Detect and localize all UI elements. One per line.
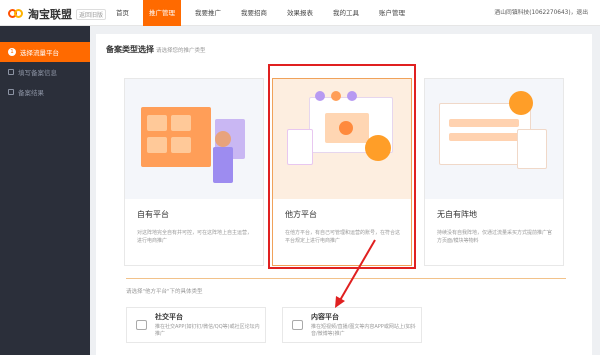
subtype-social[interactable]: 社交平台 推在社交APP(如钉钉/微信/QQ等)或社区论坛内推广	[126, 307, 266, 343]
play-icon	[292, 320, 303, 330]
nav-item-merchant[interactable]: 我要招商	[235, 0, 273, 26]
step-label: 填写备案信息	[18, 69, 57, 77]
logo-text: 淘宝联盟	[28, 8, 72, 21]
nav-item-promote[interactable]: 我要推广	[189, 0, 227, 26]
card-name: 无自有阵地	[437, 210, 477, 219]
subtype-title: 社交平台	[155, 313, 183, 321]
main-panel: 备案类型选择 请选择您的推广类型 自有平台 对这阵地完全自有并可控，可在这阵地上…	[96, 34, 592, 355]
subtype-desc: 推在社交APP(如钉钉/微信/QQ等)或社区论坛内推广	[155, 324, 260, 337]
nav-item-promo-manage[interactable]: 推广管理	[143, 0, 181, 26]
logo-icon	[8, 8, 24, 20]
divider	[126, 278, 566, 279]
back-old-version-link[interactable]: 返回旧版	[76, 8, 107, 20]
logo[interactable]: 淘宝联盟 返回旧版	[8, 6, 107, 22]
subtype-desc: 推在短视频/直播/图文等内容APP或网站上(如抖音/微博等)推广	[311, 324, 416, 337]
nav-item-tools[interactable]: 我的工具	[327, 0, 365, 26]
lock-icon	[8, 89, 14, 95]
card-own-platform[interactable]: 自有平台 对这阵地完全自有并可控，可在这阵地上自主运营，进行电商推广	[124, 78, 264, 266]
user-info[interactable]: 酒山同镇科技(1062270643)，退出	[494, 0, 588, 26]
card-name: 自有平台	[137, 210, 169, 219]
no-own-platform-illustration	[425, 79, 563, 199]
subtype-content[interactable]: 内容平台 推在短视频/直播/图文等内容APP或网站上(如抖音/微博等)推广	[282, 307, 422, 343]
page-subtitle: 请选择您的推广类型	[156, 48, 206, 54]
step-label: 备案结果	[18, 89, 44, 97]
step-label: 选择流量平台	[20, 49, 59, 57]
nav-item-account[interactable]: 账户管理	[373, 0, 411, 26]
subtype-hint: 请选择"他方平台"下的具体类型	[126, 289, 203, 295]
card-no-own-platform[interactable]: 无自有阵地 持续没有自我阵地，仅通过流量采买方式提前推广官方页面/模块等物料	[424, 78, 564, 266]
step-select-platform[interactable]: 1 选择流量平台	[0, 42, 90, 62]
step-result: 备案结果	[0, 82, 90, 102]
chat-icon	[136, 320, 147, 330]
nav-item-home[interactable]: 首页	[110, 0, 135, 26]
nav-item-reports[interactable]: 效果报表	[281, 0, 319, 26]
subtype-title: 内容平台	[311, 313, 339, 321]
highlight-box	[268, 64, 416, 269]
page-title: 备案类型选择	[106, 45, 154, 54]
sidebar: 1 选择流量平台 填写备案信息 备案结果	[0, 26, 90, 355]
own-platform-illustration	[125, 79, 263, 199]
lock-icon	[8, 69, 14, 75]
step-number: 1	[8, 48, 16, 56]
top-header: 淘宝联盟 返回旧版 首页 推广管理 我要推广 我要招商 效果报表 我的工具 账户…	[0, 0, 600, 26]
card-desc: 对这阵地完全自有并可控，可在这阵地上自主运营，进行电商推广	[137, 230, 253, 244]
main-nav: 首页 推广管理 我要推广 我要招商 效果报表 我的工具 账户管理	[110, 0, 419, 26]
step-fill-info: 填写备案信息	[0, 62, 90, 82]
card-desc: 持续没有自我阵地，仅通过流量采买方式提前推广官方页面/模块等物料	[437, 230, 553, 244]
